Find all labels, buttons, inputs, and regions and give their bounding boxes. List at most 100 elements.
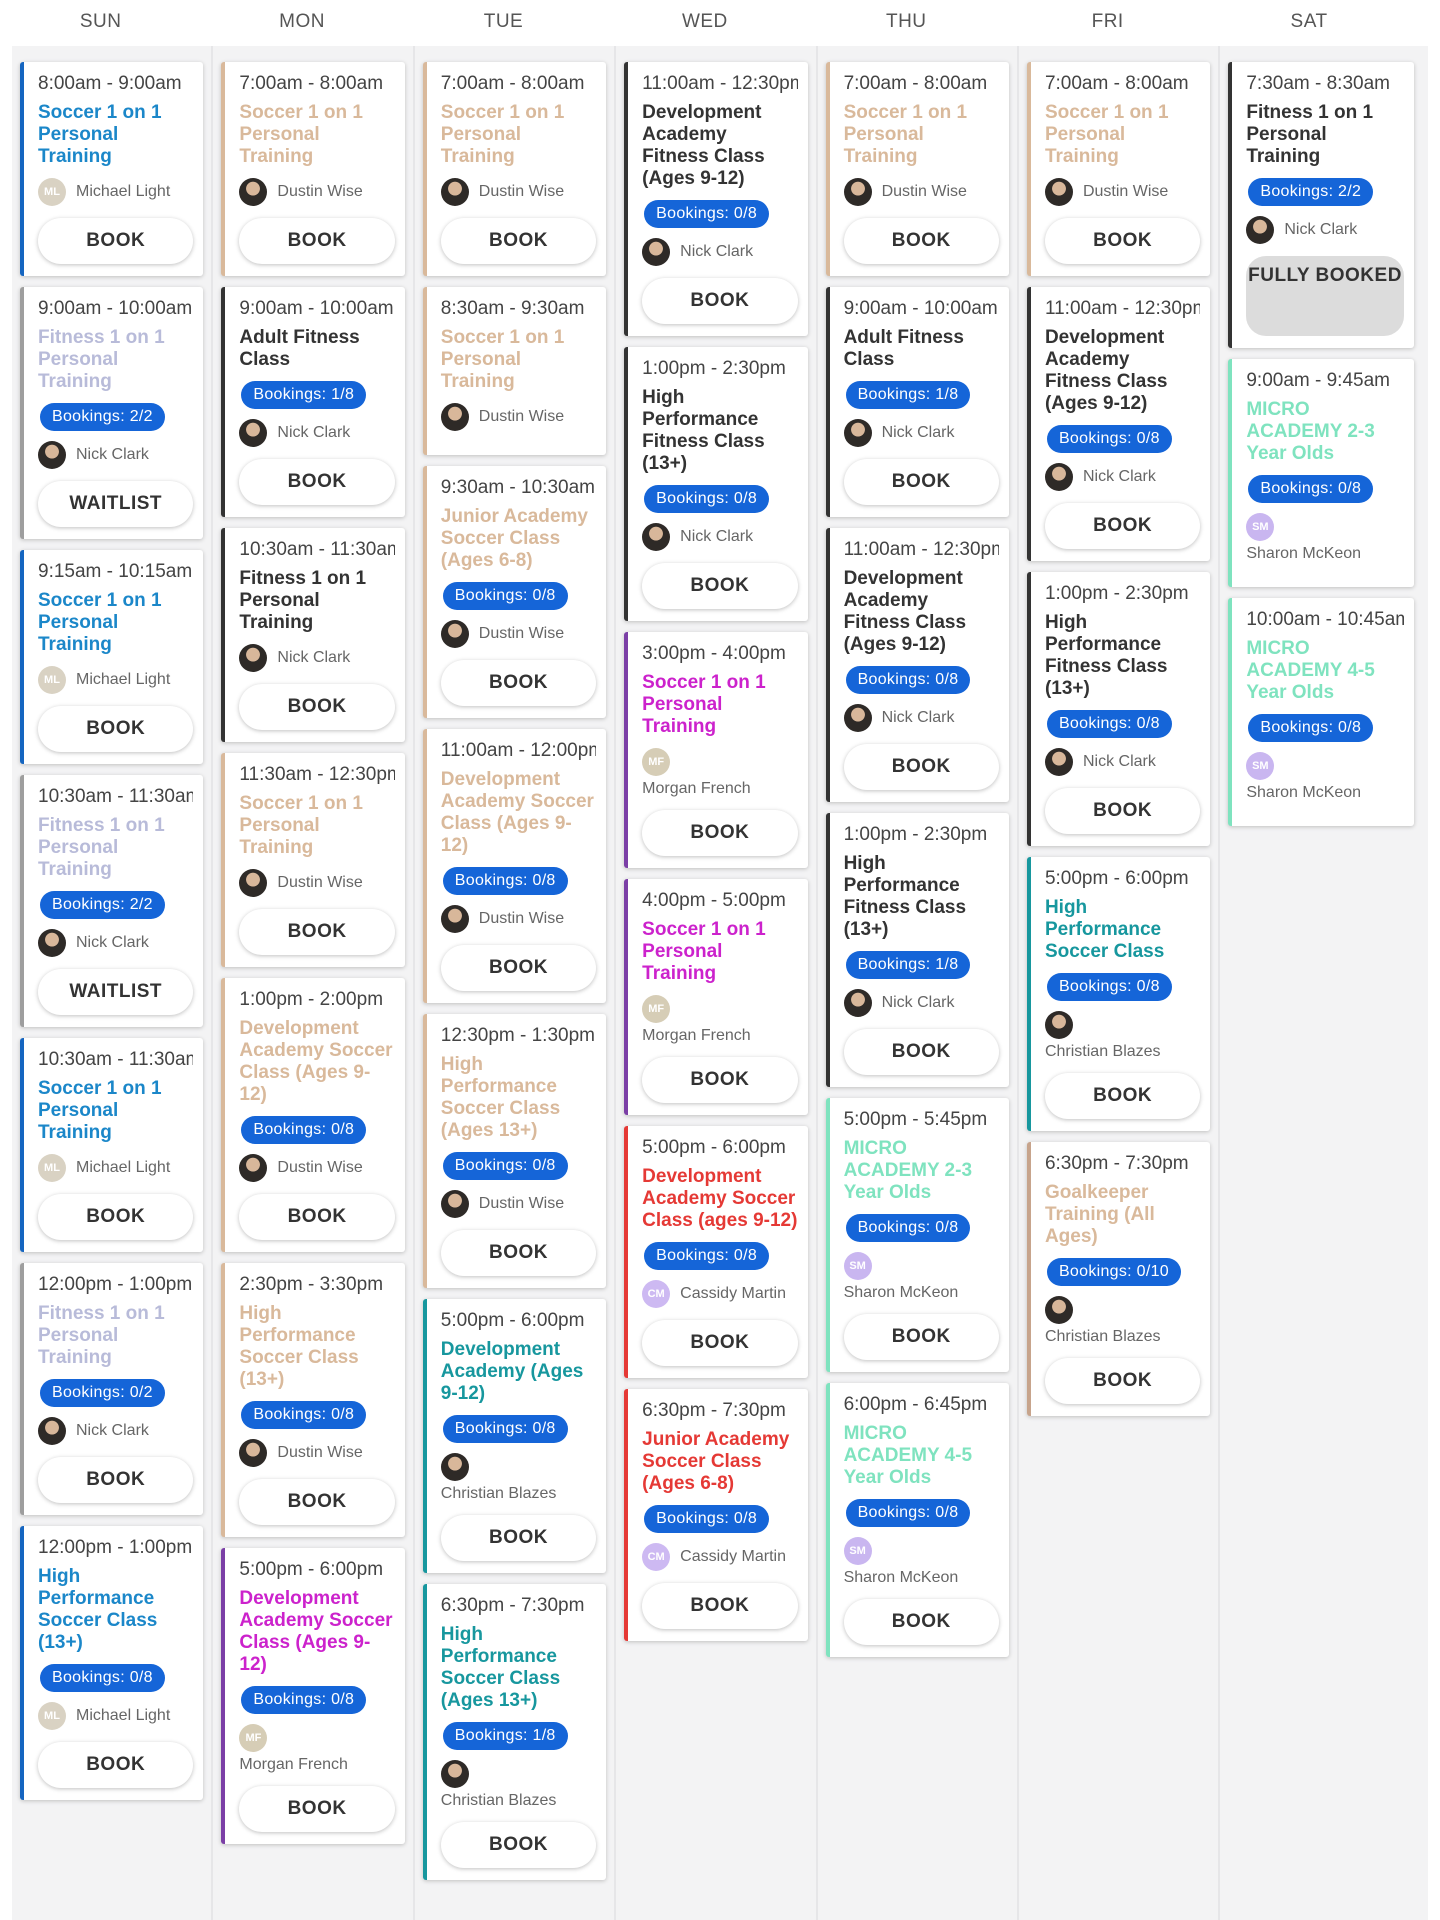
class-card[interactable]: 1:00pm - 2:30pm High Performance Fitness … [1026,572,1211,846]
class-card[interactable]: 7:00am - 8:00am Soccer 1 on 1 Personal Tr… [422,62,607,276]
class-title[interactable]: Fitness 1 on 1 Personal Training [38,1303,193,1369]
book-button[interactable]: BOOK [1044,503,1201,549]
class-card[interactable]: 9:00am - 10:00am Adult Fitness Class Booki… [221,287,405,517]
class-title[interactable]: Development Academy Fitness Class (Ages … [1045,327,1200,415]
book-button[interactable]: BOOK [38,1194,194,1240]
class-card[interactable]: 8:30am - 9:30am Soccer 1 on 1 Personal Tr… [422,287,607,455]
book-button[interactable]: BOOK [642,810,798,856]
class-title[interactable]: Fitness 1 on 1 Personal Training [1246,102,1403,168]
class-card[interactable]: 1:00pm - 2:30pm High Performance Fitness … [825,813,1009,1087]
class-card[interactable]: 8:00am - 9:00am Soccer 1 on 1 Personal Tr… [20,62,204,276]
class-card[interactable]: 9:00am - 10:00am Adult Fitness Class Booki… [825,287,1009,517]
class-title[interactable]: Adult Fitness Class [844,327,999,371]
class-card[interactable]: 6:00pm - 6:45pm MICRO ACADEMY 4-5 Year Ol… [825,1383,1009,1657]
class-title[interactable]: Soccer 1 on 1 Personal Training [441,327,596,393]
class-title[interactable]: Fitness 1 on 1 Personal Training [38,815,193,881]
class-title[interactable]: MICRO ACADEMY 4-5 Year Olds [1246,638,1403,704]
class-title[interactable]: Soccer 1 on 1 Personal Training [441,102,596,168]
class-title[interactable]: Soccer 1 on 1 Personal Training [38,590,193,656]
class-card[interactable]: 12:30pm - 1:30pm High Performance Soccer … [422,1014,607,1288]
book-button[interactable]: BOOK [1044,1073,1201,1119]
class-title[interactable]: High Performance Fitness Class (13+) [642,387,797,475]
class-card[interactable]: 11:00am - 12:30pm Development Academy Fit… [825,528,1009,802]
book-button[interactable]: BOOK [843,218,999,264]
class-title[interactable]: Soccer 1 on 1 Personal Training [239,793,394,859]
class-title[interactable]: MICRO ACADEMY 2-3 Year Olds [1246,399,1403,465]
book-button[interactable]: BOOK [440,660,597,706]
book-button[interactable]: BOOK [843,459,999,505]
class-card[interactable]: 11:30am - 12:30pm Soccer 1 on 1 Personal … [221,753,405,967]
class-card[interactable]: 10:30am - 11:30am Soccer 1 on 1 Personal … [20,1038,204,1252]
class-card[interactable]: 10:30am - 11:30am Fitness 1 on 1 Personal… [20,775,204,1027]
class-title[interactable]: High Performance Fitness Class (13+) [844,853,999,941]
class-title[interactable]: Development Academy Fitness Class (Ages … [642,102,797,190]
class-title[interactable]: Development Academy Fitness Class (Ages … [844,568,999,656]
class-card[interactable]: 3:00pm - 4:00pm Soccer 1 on 1 Personal Tr… [624,632,808,868]
class-card[interactable]: 5:00pm - 6:00pm Development Academy (Ages… [422,1299,607,1573]
class-card[interactable]: 6:30pm - 7:30pm High Performance Soccer C… [422,1584,607,1880]
class-title[interactable]: Goalkeeper Training (All Ages) [1045,1182,1200,1248]
class-title[interactable]: Junior Academy Soccer Class (Ages 6-8) [441,506,596,572]
book-button[interactable]: BOOK [239,684,395,730]
class-title[interactable]: Junior Academy Soccer Class (Ages 6-8) [642,1429,797,1495]
book-button[interactable]: BOOK [642,278,798,324]
book-button[interactable]: BOOK [38,706,194,752]
class-title[interactable]: Soccer 1 on 1 Personal Training [38,1078,193,1144]
book-button[interactable]: BOOK [38,218,194,264]
class-title[interactable]: High Performance Fitness Class (13+) [1045,612,1200,700]
class-card[interactable]: 5:00pm - 6:00pm High Performance Soccer C… [1026,857,1211,1131]
class-card[interactable]: 7:30am - 8:30am Fitness 1 on 1 Personal T… [1228,62,1414,348]
book-button[interactable]: BOOK [239,218,395,264]
book-button[interactable]: BOOK [843,1599,999,1645]
book-button[interactable]: BOOK [440,1515,597,1561]
class-title[interactable]: High Performance Soccer Class (Ages 13+) [441,1054,596,1142]
class-card[interactable]: 12:00pm - 1:00pm High Performance Soccer … [20,1526,204,1800]
class-card[interactable]: 5:00pm - 5:45pm MICRO ACADEMY 2-3 Year Ol… [825,1098,1009,1372]
book-button[interactable]: BOOK [642,1057,798,1103]
class-card[interactable]: 7:00am - 8:00am Soccer 1 on 1 Personal Tr… [825,62,1009,276]
class-card[interactable]: 1:00pm - 2:30pm High Performance Fitness … [624,347,808,621]
class-card[interactable]: 9:00am - 10:00am Fitness 1 on 1 Personal … [20,287,204,539]
class-card[interactable]: 11:00am - 12:00pm Development Academy Soc… [422,729,607,1003]
class-title[interactable]: High Performance Soccer Class (13+) [239,1303,394,1391]
class-card[interactable]: 7:00am - 8:00am Soccer 1 on 1 Personal Tr… [1026,62,1211,276]
class-card[interactable]: 6:30pm - 7:30pm Goalkeeper Training (All … [1026,1142,1211,1416]
book-button[interactable]: BOOK [239,909,395,955]
class-title[interactable]: High Performance Soccer Class (13+) [38,1566,193,1654]
book-button[interactable]: BOOK [843,1314,999,1360]
book-button[interactable]: BOOK [1044,788,1201,834]
book-button[interactable]: BOOK [642,1320,798,1366]
class-card[interactable]: 2:30pm - 3:30pm High Performance Soccer C… [221,1263,405,1537]
class-card[interactable]: 9:15am - 10:15am Soccer 1 on 1 Personal T… [20,550,204,764]
class-card[interactable]: 11:00am - 12:30pm Development Academy Fit… [1026,287,1211,561]
class-card[interactable]: 9:00am - 9:45am MICRO ACADEMY 2-3 Year Ol… [1228,359,1414,587]
class-title[interactable]: MICRO ACADEMY 4-5 Year Olds [844,1423,999,1489]
class-card[interactable]: 5:00pm - 6:00pm Development Academy Socce… [221,1548,405,1844]
class-title[interactable]: High Performance Soccer Class [1045,897,1200,963]
class-title[interactable]: Fitness 1 on 1 Personal Training [38,327,193,393]
class-title[interactable]: Development Academy Soccer Class (Ages 9… [239,1018,394,1106]
waitlist-button[interactable]: WAITLIST [38,969,194,1015]
class-title[interactable]: Soccer 1 on 1 Personal Training [38,102,193,168]
book-button[interactable]: BOOK [38,1457,194,1503]
book-button[interactable]: BOOK [440,945,597,991]
class-card[interactable]: 9:30am - 10:30am Junior Academy Soccer Cl… [422,466,607,718]
class-title[interactable]: Development Academy Soccer Class (ages 9… [642,1166,797,1232]
class-card[interactable]: 10:00am - 10:45am MICRO ACADEMY 4-5 Year … [1228,598,1414,826]
book-button[interactable]: BOOK [1044,218,1201,264]
waitlist-button[interactable]: WAITLIST [38,481,194,527]
class-card[interactable]: 6:30pm - 7:30pm Junior Academy Soccer Cla… [624,1389,808,1641]
class-card[interactable]: 12:00pm - 1:00pm Fitness 1 on 1 Personal … [20,1263,204,1515]
class-title[interactable]: Adult Fitness Class [239,327,394,371]
book-button[interactable]: BOOK [843,744,999,790]
class-title[interactable]: Soccer 1 on 1 Personal Training [642,672,797,738]
book-button[interactable]: BOOK [440,1230,597,1276]
book-button[interactable]: BOOK [1044,1358,1201,1404]
book-button[interactable]: BOOK [440,218,597,264]
book-button[interactable]: BOOK [440,1822,597,1868]
class-card[interactable]: 1:00pm - 2:00pm Development Academy Socce… [221,978,405,1252]
book-button[interactable]: BOOK [38,1742,194,1788]
class-title[interactable]: Fitness 1 on 1 Personal Training [239,568,394,634]
class-title[interactable]: Soccer 1 on 1 Personal Training [844,102,999,168]
book-button[interactable]: BOOK [239,1786,395,1832]
